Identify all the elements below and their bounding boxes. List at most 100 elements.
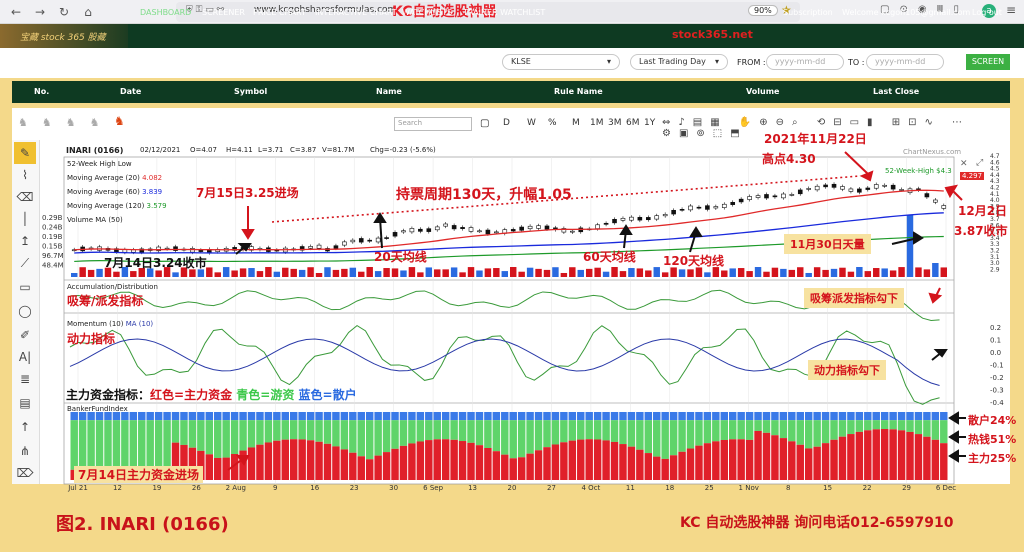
- banker-hotmoney-bar: [70, 420, 78, 470]
- banker-hotmoney-bar: [526, 420, 534, 454]
- banker-main-bar: [821, 443, 830, 480]
- volume-bar: [560, 272, 568, 277]
- banker-retail-bar: [365, 412, 374, 421]
- banker-hotmoney-bar: [450, 420, 458, 440]
- volume-bar: [71, 273, 78, 277]
- banker-retail-bar: [104, 412, 112, 421]
- banker-hotmoney-bar: [332, 420, 340, 447]
- close-pane-icon[interactable]: ✕: [960, 159, 968, 169]
- banker-hotmoney-bar: [349, 420, 357, 453]
- banker-legend-red: 红色=主力资金: [150, 388, 233, 402]
- banker-hotmoney-bar: [357, 420, 365, 457]
- banker-retail-bar: [897, 412, 906, 421]
- ann-banker-entry: 7月14日主力资金进场: [74, 466, 204, 483]
- banker-retail-bar: [349, 412, 357, 421]
- candle-body: [679, 209, 685, 211]
- candle-body: [392, 232, 398, 237]
- banker-main-bar: [897, 430, 906, 480]
- candle-body: [519, 226, 524, 231]
- banker-hotmoney-bar: [872, 420, 880, 430]
- high-tag: 52-Week-High $4.3: [885, 167, 952, 175]
- banker-hotmoney-bar: [560, 420, 568, 443]
- banker-main-bar: [399, 445, 408, 480]
- banker-retail-bar: [568, 412, 577, 421]
- banker-hotmoney-bar: [889, 420, 897, 430]
- banker-main-bar: [864, 430, 872, 480]
- volume-bar: [898, 267, 905, 277]
- banker-hotmoney-bar: [129, 420, 138, 470]
- banker-hotmoney-bar: [745, 420, 754, 440]
- candle-body: [510, 229, 516, 232]
- candle-body: [637, 217, 643, 221]
- volume-bar: [746, 271, 753, 277]
- volume-bar: [265, 267, 272, 277]
- banker-retail-bar: [593, 412, 602, 421]
- banker-hotmoney-bar: [509, 420, 517, 459]
- candle-body: [198, 249, 204, 252]
- banker-main-bar: [762, 432, 771, 480]
- banker-retail-bar: [872, 412, 880, 421]
- banker-hotmoney-bar: [906, 420, 914, 432]
- banker-hotmoney-bar: [813, 420, 821, 447]
- banker-hotmoney-bar: [788, 420, 796, 442]
- banker-hotmoney-bar: [104, 420, 112, 470]
- banker-hotmoney-bar: [678, 420, 686, 452]
- volume-bar: [214, 272, 221, 277]
- x-tick-label: 11: [626, 484, 635, 492]
- banker-main-bar: [315, 441, 323, 480]
- volume-bar: [434, 269, 441, 277]
- banker-hotmoney-bar: [458, 420, 467, 442]
- volume-bar: [273, 271, 281, 277]
- legend-ma60-label: Moving Average (60): [67, 188, 140, 196]
- expand-icon[interactable]: ⤢: [976, 158, 983, 168]
- banker-main-bar: [830, 439, 838, 480]
- banker-main-bar: [678, 451, 686, 480]
- volume-bar: [341, 268, 348, 277]
- volume-bar: [96, 268, 103, 277]
- banker-retail-bar: [695, 412, 703, 421]
- banker-retail-bar: [745, 412, 754, 421]
- candle-body: [595, 224, 600, 229]
- candle-body: [384, 237, 389, 239]
- banker-hotmoney-bar: [197, 420, 205, 451]
- banker-main-bar: [365, 459, 374, 480]
- volume-bar: [282, 267, 289, 277]
- candle-body: [358, 238, 364, 243]
- volume-bar: [248, 268, 255, 277]
- banker-hotmoney-bar: [95, 420, 104, 470]
- banker-hotmoney-bar: [112, 420, 121, 470]
- banker-retail-bar: [340, 412, 349, 421]
- banker-hotmoney-bar: [323, 420, 332, 444]
- candle-body: [468, 227, 474, 232]
- banker-retail-bar: [70, 412, 78, 421]
- banker-retail-bar: [509, 412, 517, 421]
- volume-bar: [805, 272, 812, 277]
- banker-hotmoney-bar: [416, 420, 425, 442]
- x-tick-label: 4 Oct: [582, 484, 601, 492]
- banker-hotmoney-bar: [543, 420, 551, 448]
- banker-hotmoney-bar: [661, 420, 669, 459]
- banker-retail-bar: [627, 412, 636, 421]
- banker-hotmoney-bar: [78, 420, 87, 470]
- candle-body: [823, 184, 828, 188]
- volume-bar: [687, 269, 694, 277]
- candle-body: [713, 206, 719, 209]
- volume-bar: [839, 267, 846, 277]
- banker-hotmoney-bar: [306, 420, 315, 441]
- volume-bar: [636, 268, 644, 277]
- volume-bar: [737, 268, 745, 277]
- volume-bar: [729, 268, 736, 277]
- banker-hotmoney-bar: [619, 420, 627, 445]
- volume-bar: [889, 270, 897, 277]
- banker-main-bar: [349, 452, 357, 480]
- banker-retail-bar: [95, 412, 104, 421]
- banker-hotmoney-bar: [138, 420, 146, 470]
- banker-hotmoney-bar: [653, 420, 661, 457]
- banker-retail-bar: [492, 412, 501, 421]
- volume-bar: [915, 267, 922, 277]
- banker-main-bar: [636, 449, 644, 480]
- banker-main-bar: [813, 446, 821, 480]
- banker-hotmoney-bar: [754, 420, 762, 431]
- banker-hotmoney-bar: [636, 420, 644, 450]
- volume-bar: [332, 269, 340, 277]
